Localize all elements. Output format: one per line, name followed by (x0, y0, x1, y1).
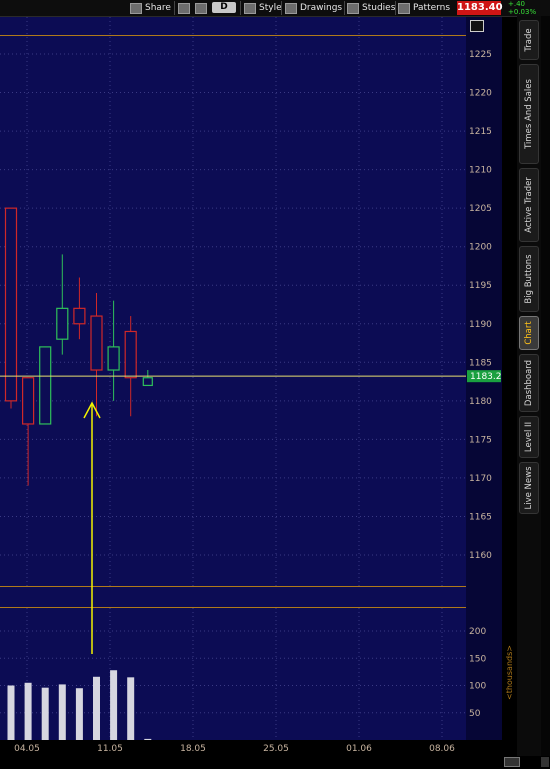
volume-tick-label: 100 (469, 682, 486, 692)
candle-body (39, 346, 52, 425)
price-tick-label: 1205 (469, 204, 492, 214)
volume-bar (24, 682, 32, 740)
volume-bar (75, 688, 83, 740)
volume-bar (144, 738, 152, 740)
chart-canvas: 1183.2 1225 1220 1215 1210 1205 1200 1195 1190 1… (0, 17, 514, 754)
zoom-arrows-icon[interactable] (504, 757, 520, 767)
tab-big-buttons[interactable]: Big Buttons (519, 246, 539, 312)
candle-body (142, 377, 153, 387)
tab-label: Live News (524, 466, 534, 510)
volume-tick-label: 200 (469, 627, 486, 637)
tab-times-and-sales[interactable]: Times And Sales (519, 64, 539, 164)
tab-label: Active Trader (524, 177, 534, 233)
tab-label: Times And Sales (524, 79, 534, 149)
tab-dashboard[interactable]: Dashboard (519, 354, 539, 412)
price-tick-label: 1215 (469, 127, 492, 137)
candle-body (4, 207, 18, 402)
candle-body (124, 330, 137, 379)
candle-body (56, 307, 69, 340)
time-tick-label: 18.05 (180, 744, 206, 754)
volume-tick-label: 50 (469, 709, 481, 719)
bottom-bar (0, 756, 550, 769)
volume-tick-label: 150 (469, 654, 486, 664)
price-tick-label: 1190 (469, 320, 492, 330)
price-tick-label: 1195 (469, 281, 492, 291)
sidebar-tabs: Trade Times And Sales Active Trader Big … (517, 16, 541, 756)
candle-body (90, 315, 103, 371)
volume-bar (110, 670, 118, 740)
candle-body (22, 377, 35, 425)
time-tick-label: 08.06 (429, 744, 455, 754)
tab-active-trader[interactable]: Active Trader (519, 168, 539, 242)
time-tick-label: 01.06 (346, 744, 372, 754)
price-tick-label: 1165 (469, 512, 492, 522)
volume-bar (7, 685, 15, 740)
expand-icon[interactable] (470, 20, 484, 32)
time-tick-label: 25.05 (263, 744, 289, 754)
tab-label: Level II (524, 421, 534, 453)
volume-bar (127, 677, 135, 740)
time-tick-label: 04.05 (14, 744, 40, 754)
candle-body (107, 346, 120, 371)
sidebar-scroll-strip[interactable] (541, 16, 550, 756)
tab-label: Chart (524, 321, 534, 345)
current-price-label: 1183.2 (470, 372, 502, 382)
price-tick-label: 1200 (469, 243, 492, 253)
tab-label: Dashboard (524, 359, 534, 407)
candle-body (73, 307, 86, 325)
tab-label: Trade (524, 28, 534, 52)
volume-bar (41, 687, 49, 740)
tab-trade[interactable]: Trade (519, 20, 539, 60)
price-tick-label: 1220 (469, 89, 492, 99)
volume-bar (93, 676, 100, 740)
tab-chart[interactable]: Chart (519, 316, 539, 350)
price-tick-label: 1160 (469, 551, 492, 561)
tab-label: Big Buttons (524, 254, 534, 304)
price-tick-label: 1170 (469, 474, 492, 484)
time-tick-label: 11.05 (97, 744, 123, 754)
scroll-right-icon[interactable] (541, 757, 549, 767)
price-tick-label: 1175 (469, 435, 492, 445)
tab-live-news[interactable]: Live News (519, 462, 539, 514)
tab-level-ii[interactable]: Level II (519, 416, 539, 458)
volume-bar (58, 684, 66, 740)
price-tick-label: 1185 (469, 358, 492, 368)
price-tick-label: 1210 (469, 166, 492, 176)
volume-unit-label: <thousands> (505, 645, 514, 700)
price-tick-label: 1225 (469, 50, 492, 60)
price-tick-label: 1180 (469, 397, 492, 407)
